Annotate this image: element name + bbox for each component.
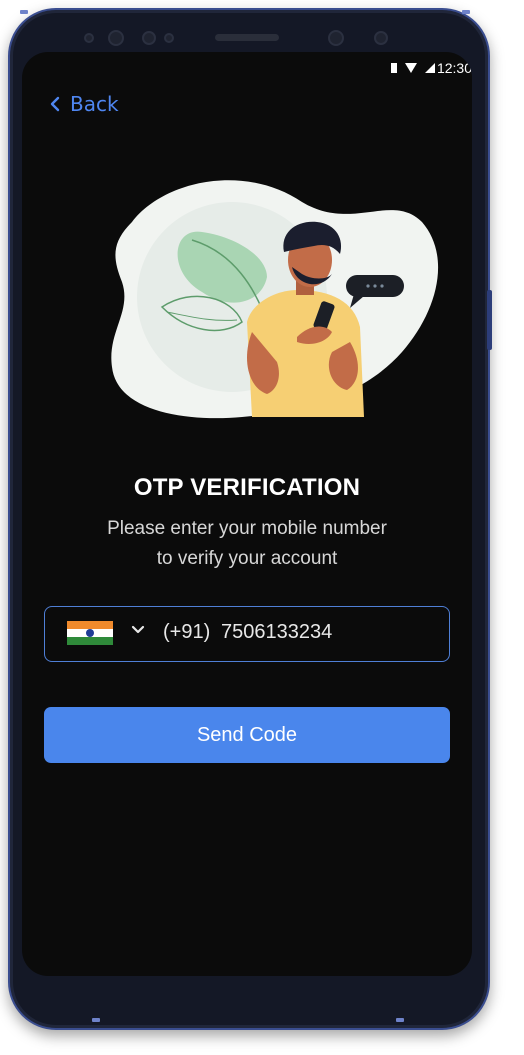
sensor-icon — [142, 31, 156, 45]
sensor-icon — [84, 33, 94, 43]
front-camera-icon — [328, 30, 344, 46]
status-time: 12:30 — [436, 60, 472, 76]
frame-dot — [20, 10, 28, 14]
front-camera-icon — [108, 30, 124, 46]
app-screen: 12:30 Back OTP VERIFICATION Please enter… — [22, 52, 472, 976]
frame-dot — [396, 1018, 404, 1022]
earpiece-speaker — [215, 34, 279, 41]
page-subtitle: Please enter your mobile number to verif… — [52, 514, 442, 574]
phone-number-field[interactable]: (+91) 7506133234 — [44, 606, 450, 662]
back-button[interactable]: Back — [48, 92, 119, 116]
status-bar: 12:30 — [22, 58, 472, 80]
back-label: Back — [70, 92, 119, 116]
subtitle-line: to verify your account — [156, 548, 338, 569]
chevron-down-icon[interactable] — [131, 625, 145, 635]
otp-illustration — [111, 180, 439, 419]
send-code-button[interactable]: Send Code — [44, 707, 450, 763]
page-title: OTP VERIFICATION — [133, 474, 361, 501]
frame-dot — [462, 10, 470, 14]
phone-number-value[interactable]: 7506133234 — [221, 621, 332, 644]
india-flag-icon[interactable] — [67, 621, 113, 645]
country-code: (+91) — [163, 621, 211, 643]
side-button — [487, 290, 492, 350]
chevron-left-icon — [50, 96, 60, 112]
subtitle-line: Please enter your mobile number — [107, 518, 387, 539]
frame-dot — [92, 1018, 100, 1022]
signal-icon — [425, 63, 435, 73]
status-icons — [390, 62, 436, 74]
sensor-icon — [164, 33, 174, 43]
wifi-icon — [405, 63, 417, 73]
battery-icon — [391, 63, 397, 73]
sensor-icon — [374, 31, 388, 45]
